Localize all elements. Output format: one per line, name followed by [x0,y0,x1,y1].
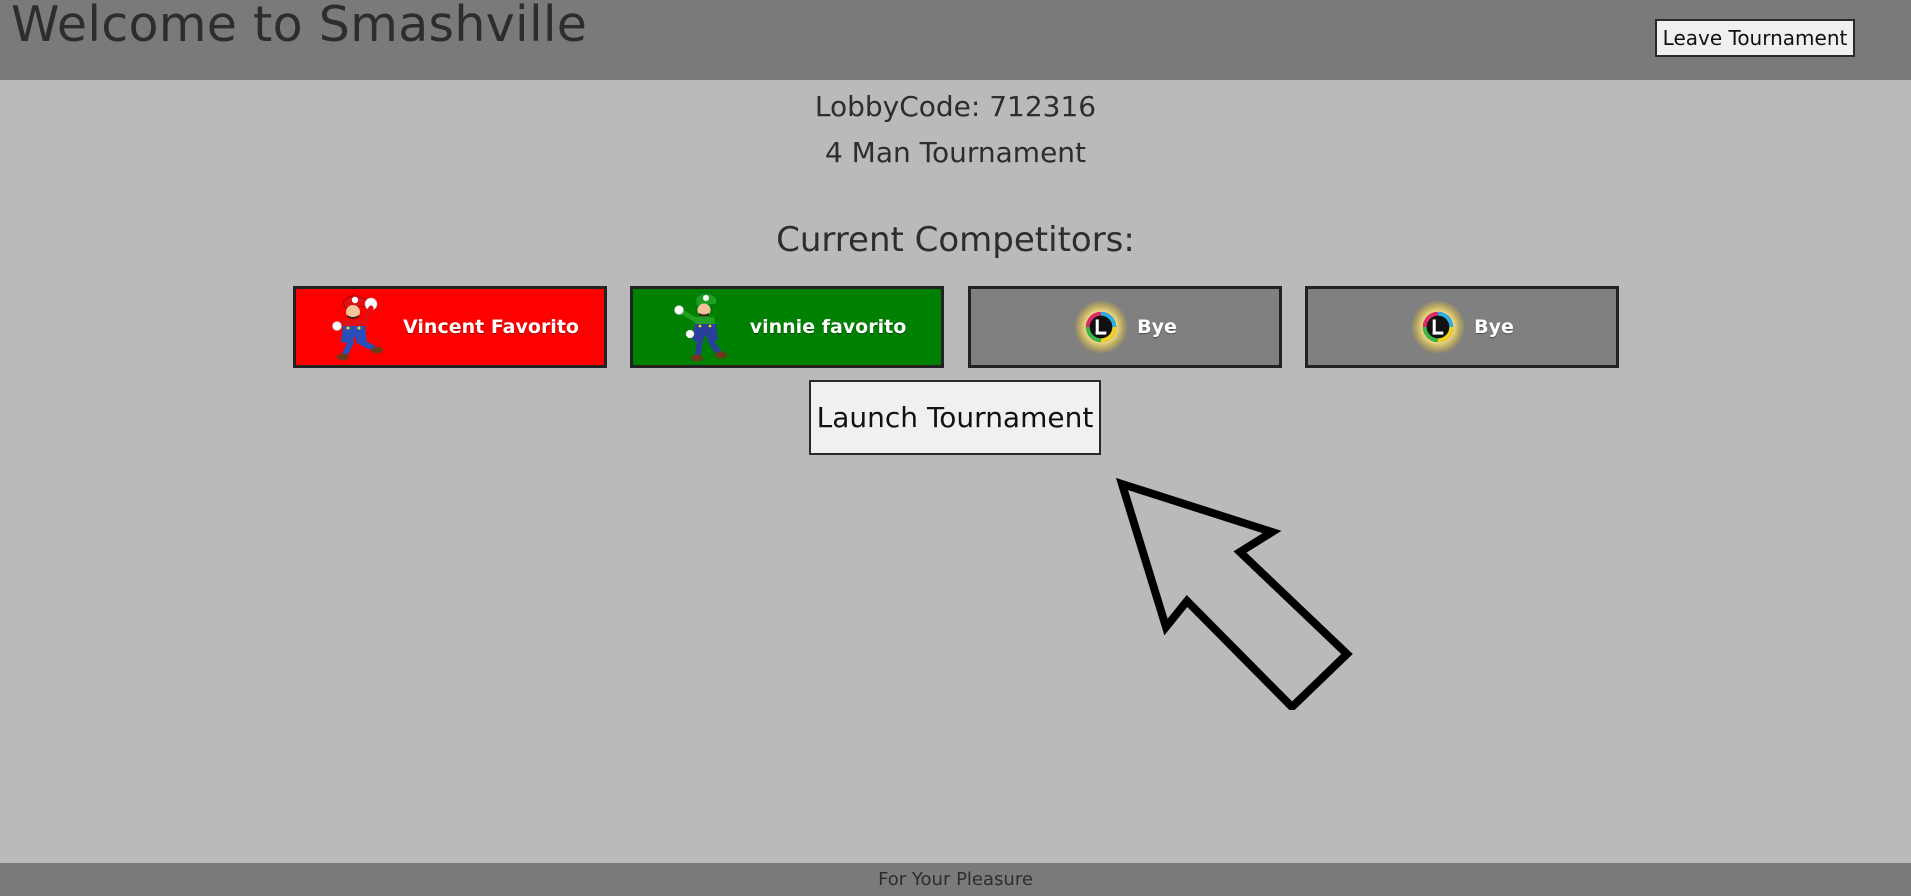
competitors-heading: Current Competitors: [776,220,1135,260]
competitor-name: Vincent Favorito [403,316,579,338]
tournament-type: 4 Man Tournament [824,136,1087,169]
competitor-name: Bye [1137,316,1177,338]
smash-ball-icon [1410,299,1466,355]
launch-tournament-button[interactable]: Launch Tournament [809,380,1101,455]
mario-icon [332,295,384,361]
competitor-card-1: Vincent Favorito [293,286,607,368]
smash-ball-icon [1073,299,1129,355]
footer-text: For Your Pleasure [878,869,1033,890]
competitor-card-4: Bye [1305,286,1619,368]
page-title: Welcome to Smashville [11,0,588,53]
competitor-name: vinnie favorito [749,316,907,338]
competitor-name: Bye [1474,316,1514,338]
competitor-card-2: vinnie favorito [630,286,944,368]
luigi-icon [673,293,727,362]
pointer-arrow-icon [1115,477,1353,710]
header-bar: Welcome to Smashville Leave Tournament [0,0,1911,80]
competitor-card-3: Bye [968,286,1282,368]
lobby-code: LobbyCode: 712316 [814,90,1097,123]
footer: For Your Pleasure [0,863,1911,896]
leave-tournament-button[interactable]: Leave Tournament [1655,19,1855,57]
